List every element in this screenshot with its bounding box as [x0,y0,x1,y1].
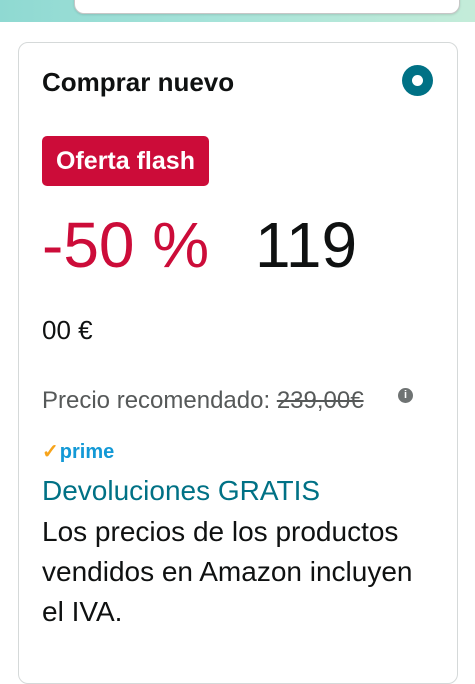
tax-note: Los precios de los productos vendidos en… [42,516,413,627]
prime-check-icon: ✓ [42,441,59,463]
price-whole: 119 [255,209,358,281]
buy-new-title: Comprar nuevo [42,67,235,97]
prime-label: prime [59,441,115,463]
flash-deal-badge: Oferta flash [42,136,209,186]
buy-new-radio-button[interactable] [402,65,433,96]
info-icon[interactable]: i [398,388,413,403]
list-price-value: 239,00€ [276,387,364,414]
search-bar[interactable] [74,0,460,14]
price-fraction: 00 € [42,315,93,345]
list-price-label: Precio recomendado: [42,387,271,414]
list-price: Precio recomendado: 239,00€ [42,386,364,416]
free-returns-link[interactable]: Devoluciones GRATIS [42,474,320,508]
prime-logo: ✓prime [42,440,114,464]
discount-percentage: -50 % [42,209,210,281]
radio-selected-dot [412,75,423,86]
